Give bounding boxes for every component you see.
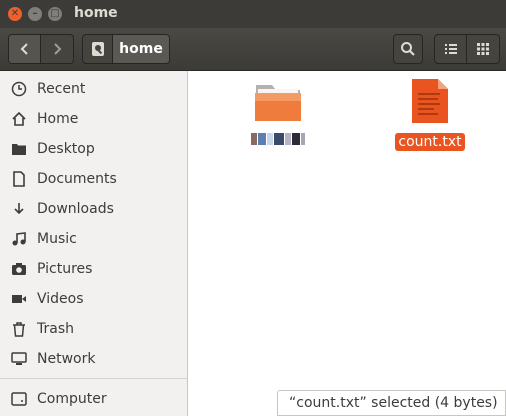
sidebar-item-network[interactable]: Network [0, 344, 187, 374]
navigation-group [8, 34, 74, 64]
status-bar: “count.txt” selected (4 bytes) [277, 390, 506, 416]
sidebar-item-label: Pictures [37, 261, 93, 277]
sidebar-item-computer[interactable]: Computer [0, 384, 187, 414]
places-sidebar: Recent Home Desktop Documents Downloads … [0, 71, 188, 416]
sidebar-item-documents[interactable]: Documents [0, 164, 187, 194]
path-bar: home [82, 34, 170, 64]
file-name-redacted [240, 133, 316, 145]
sidebar-item-label: Network [37, 351, 96, 367]
sidebar-item-videos[interactable]: Videos [0, 284, 187, 314]
back-button[interactable] [9, 35, 42, 63]
chevron-left-icon [20, 43, 28, 55]
computer-icon [10, 390, 28, 408]
sidebar-item-desktop[interactable]: Desktop [0, 134, 187, 164]
trash-icon [10, 320, 28, 338]
sidebar-item-label: Trash [37, 321, 74, 337]
window-maximize-button[interactable]: □ [48, 7, 62, 21]
file-view[interactable]: count.txt [188, 71, 506, 416]
sidebar-item-trash[interactable]: Trash [0, 314, 187, 344]
file-name-label: count.txt [395, 133, 465, 151]
download-icon [10, 200, 28, 218]
search-icon [401, 42, 415, 56]
forward-button[interactable] [41, 35, 73, 63]
location-icon [91, 42, 104, 56]
sidebar-item-label: Computer [37, 391, 107, 407]
view-switcher [434, 34, 500, 64]
window-title: home [74, 5, 118, 21]
title-bar: ✕ – □ home [0, 0, 506, 28]
grid-view-icon [477, 43, 489, 55]
search-button[interactable] [393, 34, 423, 64]
folder-item[interactable] [240, 79, 316, 159]
home-icon [10, 110, 28, 128]
network-icon [10, 350, 28, 368]
sidebar-item-label: Videos [37, 291, 84, 307]
sidebar-item-label: Recent [37, 81, 86, 97]
chevron-right-icon [54, 43, 62, 55]
clock-icon [10, 80, 28, 98]
sidebar-item-home[interactable]: Home [0, 104, 187, 134]
sidebar-item-label: Desktop [37, 141, 95, 157]
sidebar-item-label: Music [37, 231, 77, 247]
sidebar-item-music[interactable]: Music [0, 224, 187, 254]
music-icon [10, 230, 28, 248]
list-view-button[interactable] [435, 35, 468, 63]
toggle-location-button[interactable] [83, 35, 113, 63]
sidebar-item-label: Downloads [37, 201, 114, 217]
sidebar-item-pictures[interactable]: Pictures [0, 254, 187, 284]
sidebar-item-label: Home [37, 111, 79, 127]
document-icon [10, 170, 28, 188]
grid-view-button[interactable] [467, 35, 499, 63]
folder-icon [255, 85, 301, 121]
header-bar: home [0, 28, 506, 71]
desktop-folder-icon [10, 140, 28, 158]
list-view-icon [444, 44, 457, 54]
sidebar-separator [0, 378, 187, 379]
window-close-button[interactable]: ✕ [8, 7, 22, 21]
sidebar-item-downloads[interactable]: Downloads [0, 194, 187, 224]
path-home-button[interactable]: home [113, 35, 169, 63]
window-minimize-button[interactable]: – [28, 7, 42, 21]
video-icon [10, 290, 28, 308]
camera-icon [10, 260, 28, 278]
file-item-count-txt[interactable]: count.txt [388, 77, 472, 153]
text-file-icon [412, 79, 448, 123]
sidebar-item-recent[interactable]: Recent [0, 74, 187, 104]
sidebar-item-label: Documents [37, 171, 117, 187]
